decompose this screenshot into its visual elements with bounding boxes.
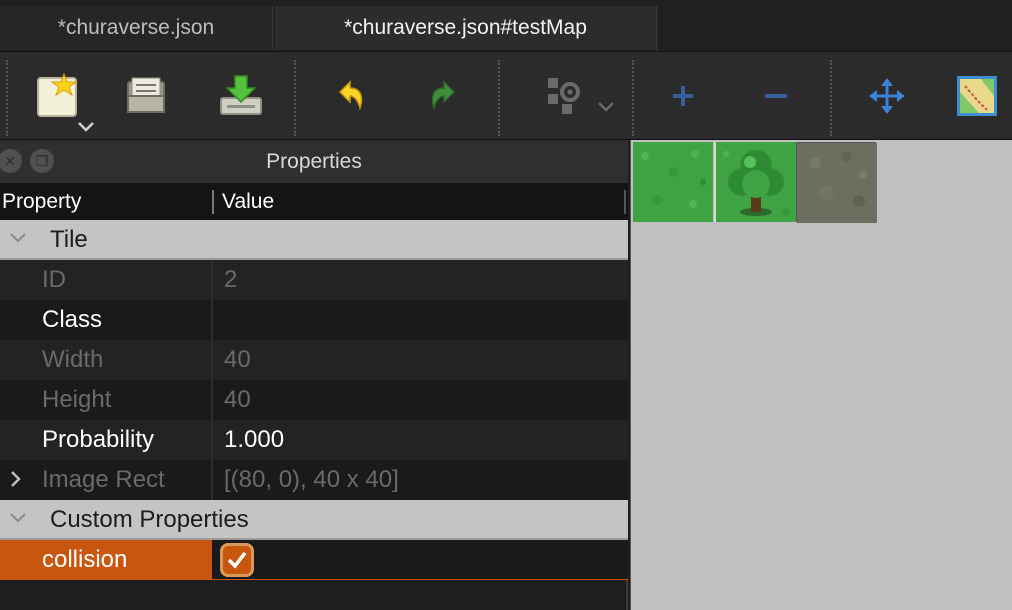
property-row-width: Width 40: [0, 340, 628, 380]
property-value: 40: [224, 386, 251, 413]
property-value: 2: [224, 266, 238, 293]
add-icon: [673, 86, 693, 106]
property-name: Class: [42, 306, 103, 333]
tab-churaverse-json-testmap[interactable]: *churaverse.json#testMap: [275, 6, 657, 50]
new-tileset-icon: [37, 72, 78, 117]
column-divider: [624, 190, 626, 214]
remove-button[interactable]: [750, 70, 802, 122]
new-tileset-dropdown[interactable]: [77, 118, 95, 136]
undo-button[interactable]: [324, 70, 376, 122]
chevron-right-icon[interactable]: [6, 469, 26, 489]
add-button[interactable]: [657, 70, 709, 122]
property-name: collision: [42, 546, 128, 573]
tile-settings-dropdown[interactable]: [597, 98, 615, 116]
undo-icon: [338, 80, 363, 111]
float-panel-button[interactable]: ❐: [30, 149, 54, 173]
checkmark-icon: [227, 551, 247, 569]
chevron-down-icon: [10, 233, 26, 243]
chevron-down-icon: [10, 513, 26, 523]
column-divider[interactable]: [212, 190, 214, 214]
tab-churaverse-json[interactable]: *churaverse.json: [0, 6, 273, 50]
row-divider: [211, 460, 213, 500]
property-value-input[interactable]: 1.000: [224, 426, 284, 454]
group-custom-properties[interactable]: Custom Properties: [0, 500, 628, 540]
tree-tile[interactable]: [714, 142, 796, 222]
property-row-id: ID 2: [0, 260, 628, 300]
selected-row-value-cell: [212, 540, 628, 580]
property-row-probability[interactable]: Probability 1.000: [0, 420, 628, 460]
collision-checkbox[interactable]: [220, 543, 254, 577]
terrain-map-icon: [957, 76, 997, 116]
stone-tile[interactable]: [796, 142, 877, 223]
property-name: ID: [42, 266, 66, 293]
new-tileset-button[interactable]: [32, 70, 84, 122]
tab-bar: *churaverse.json *churaverse.json#testMa…: [0, 0, 1012, 52]
column-header-property[interactable]: Property: [2, 190, 81, 214]
toolbar-separator: [498, 60, 500, 136]
row-divider: [211, 420, 213, 460]
panel-title: Properties: [0, 140, 628, 184]
tile-settings-button[interactable]: [538, 70, 590, 122]
save-download-icon: [220, 75, 262, 115]
float-icon: ❐: [35, 152, 49, 169]
property-name: Width: [42, 346, 104, 373]
stone-tile-image: [797, 143, 877, 223]
chevron-down-icon: [78, 122, 94, 132]
tileset-view: [630, 140, 1012, 610]
toolbar-separator: [632, 60, 634, 136]
remove-icon: [765, 94, 787, 98]
grass-tile-image: [633, 142, 713, 222]
property-row-image-rect: Image Rect [(80, 0), 40 x 40]: [0, 460, 628, 500]
property-name: Height: [42, 386, 112, 413]
toolbar-separator: [830, 60, 832, 136]
close-icon: ✕: [4, 152, 16, 169]
property-value: [(80, 0), 40 x 40]: [224, 466, 399, 493]
open-folder-icon: [127, 77, 165, 113]
property-row-collision[interactable]: collision: [0, 540, 628, 580]
properties-header: Property Value: [0, 184, 628, 220]
terrain-map-button[interactable]: [951, 70, 1003, 122]
open-button[interactable]: [120, 70, 172, 122]
column-header-value[interactable]: Value: [222, 190, 274, 214]
move-button[interactable]: [861, 70, 913, 122]
redo-button[interactable]: [418, 70, 470, 122]
group-label: Tile: [50, 226, 88, 253]
row-divider: [211, 300, 213, 340]
property-name: Image Rect: [42, 466, 165, 493]
chevron-down-icon: [598, 102, 614, 112]
row-divider: [211, 380, 213, 420]
redo-icon: [431, 80, 456, 111]
grass-tile[interactable]: [633, 142, 713, 222]
row-divider: [211, 260, 213, 300]
properties-panel: Properties ✕ ❐ Property Value Tile ID 2 …: [0, 140, 628, 610]
group-tile[interactable]: Tile: [0, 220, 628, 260]
property-row-class[interactable]: Class: [0, 300, 628, 340]
move-icon: [869, 78, 905, 114]
property-row-height: Height 40: [0, 380, 628, 420]
panel-title-text: Properties: [266, 149, 362, 173]
toolbar-separator: [294, 60, 296, 136]
tree-tile-image: [716, 142, 796, 222]
tile-settings-icon: [548, 78, 580, 114]
toolbar-separator: [6, 60, 8, 136]
save-button[interactable]: [215, 70, 267, 122]
property-name: Probability: [42, 426, 155, 453]
toolbar: [0, 52, 1012, 140]
property-value: 40: [224, 346, 251, 373]
row-divider: [211, 340, 213, 380]
group-label: Custom Properties: [50, 506, 249, 533]
